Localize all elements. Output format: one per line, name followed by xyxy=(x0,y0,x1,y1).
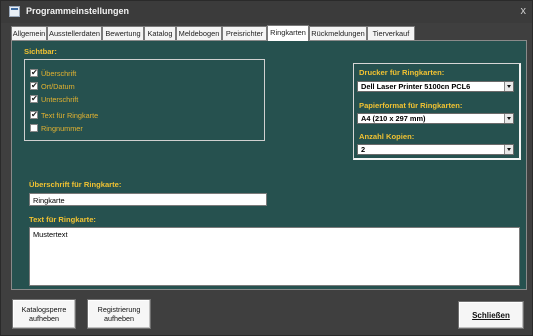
ueberschrift-value: Ringkarte xyxy=(33,196,65,205)
katalogsperre-line2: aufheben xyxy=(29,314,59,323)
settings-window: Programmeinstellungen x Allgemein Ausste… xyxy=(0,0,533,336)
tab-bar: Allgemein Ausstellerdaten Bewertung Kata… xyxy=(11,25,527,41)
katalogsperre-aufheben-button[interactable]: Katalogsperre aufheben xyxy=(12,299,76,329)
drucker-value: Dell Laser Printer 5100cn PCL6 xyxy=(361,82,471,91)
checkbox-ueberschrift[interactable]: Überschrift xyxy=(30,68,76,78)
tab-meldebogen[interactable]: Meldebogen xyxy=(176,26,222,40)
checkbox-ueberschrift-label: Überschrift xyxy=(41,68,77,78)
tab-ausstellerdaten[interactable]: Ausstellerdaten xyxy=(47,26,102,40)
checkbox-unterschrift[interactable]: Unterschrift xyxy=(30,94,78,104)
papierformat-select[interactable]: A4 (210 x 297 mm) xyxy=(357,113,514,124)
kopien-value: 2 xyxy=(361,145,366,154)
checkbox-ort-datum-box[interactable] xyxy=(30,81,38,90)
tab-rueckmeldungen[interactable]: Rückmeldungen xyxy=(309,26,367,40)
schliessen-label: Schließen xyxy=(472,310,510,320)
checkbox-ringnummer-box[interactable] xyxy=(30,124,38,132)
chevron-down-icon[interactable] xyxy=(504,82,513,91)
registrierung-line1: Registrierung xyxy=(97,305,141,314)
checkbox-ueberschrift-box[interactable] xyxy=(30,68,38,77)
registrierung-line2: aufheben xyxy=(104,314,134,323)
sichtbar-heading: Sichtbar: xyxy=(24,47,57,56)
sichtbar-group: Überschrift Ort/Datum Unterschrift Text … xyxy=(24,59,265,141)
checkbox-ringnummer-label: Ringnummer xyxy=(41,123,83,133)
tab-preisrichter[interactable]: Preisrichter xyxy=(222,26,267,40)
ringkarten-panel: Sichtbar: Überschrift Ort/Datum Untersch… xyxy=(11,40,527,290)
drucker-select[interactable]: Dell Laser Printer 5100cn PCL6 xyxy=(357,81,514,92)
checkbox-unterschrift-label: Unterschrift xyxy=(41,94,79,104)
chevron-down-icon[interactable] xyxy=(504,145,513,154)
kopien-select[interactable]: 2 xyxy=(357,144,514,155)
tab-katalog[interactable]: Katalog xyxy=(144,26,176,40)
checkbox-text-ringkarte-label: Text für Ringkarte xyxy=(41,110,99,120)
tab-bewertung[interactable]: Bewertung xyxy=(102,26,144,40)
app-form-icon xyxy=(9,6,20,17)
ueberschrift-input[interactable]: Ringkarte xyxy=(29,193,267,206)
papierformat-value: A4 (210 x 297 mm) xyxy=(361,114,426,123)
window-title: Programmeinstellungen xyxy=(26,6,130,16)
title-bar: Programmeinstellungen x xyxy=(1,1,532,23)
drucker-group: Drucker für Ringkarten: Dell Laser Print… xyxy=(353,63,521,160)
schliessen-button[interactable]: Schließen xyxy=(458,301,524,329)
checkbox-ort-datum-label: Ort/Datum xyxy=(41,81,75,91)
text-label: Text für Ringkarte: xyxy=(29,215,96,224)
tab-ringkarten[interactable]: Ringkarten xyxy=(267,25,309,41)
checkbox-unterschrift-box[interactable] xyxy=(30,94,38,103)
registrierung-aufheben-button[interactable]: Registrierung aufheben xyxy=(87,299,151,329)
close-icon[interactable]: x xyxy=(521,5,527,17)
checkbox-text-ringkarte[interactable]: Text für Ringkarte xyxy=(30,110,98,120)
checkbox-ort-datum[interactable]: Ort/Datum xyxy=(30,81,75,91)
kopien-label: Anzahl Kopien: xyxy=(359,132,415,141)
drucker-label: Drucker für Ringkarten: xyxy=(359,68,445,77)
tab-tierverkauf[interactable]: Tierverkauf xyxy=(367,26,415,40)
katalogsperre-line1: Katalogsperre xyxy=(21,305,67,314)
checkbox-ringnummer[interactable]: Ringnummer xyxy=(30,123,83,133)
checkbox-text-ringkarte-box[interactable] xyxy=(30,110,38,119)
text-textarea[interactable]: Mustertext xyxy=(29,227,520,286)
papierformat-label: Papierformat für Ringkarten: xyxy=(359,101,463,110)
chevron-down-icon[interactable] xyxy=(504,114,513,123)
text-value: Mustertext xyxy=(33,230,68,239)
ueberschrift-label: Überschrift für Ringkarte: xyxy=(29,180,122,189)
tab-allgemein[interactable]: Allgemein xyxy=(11,26,47,40)
